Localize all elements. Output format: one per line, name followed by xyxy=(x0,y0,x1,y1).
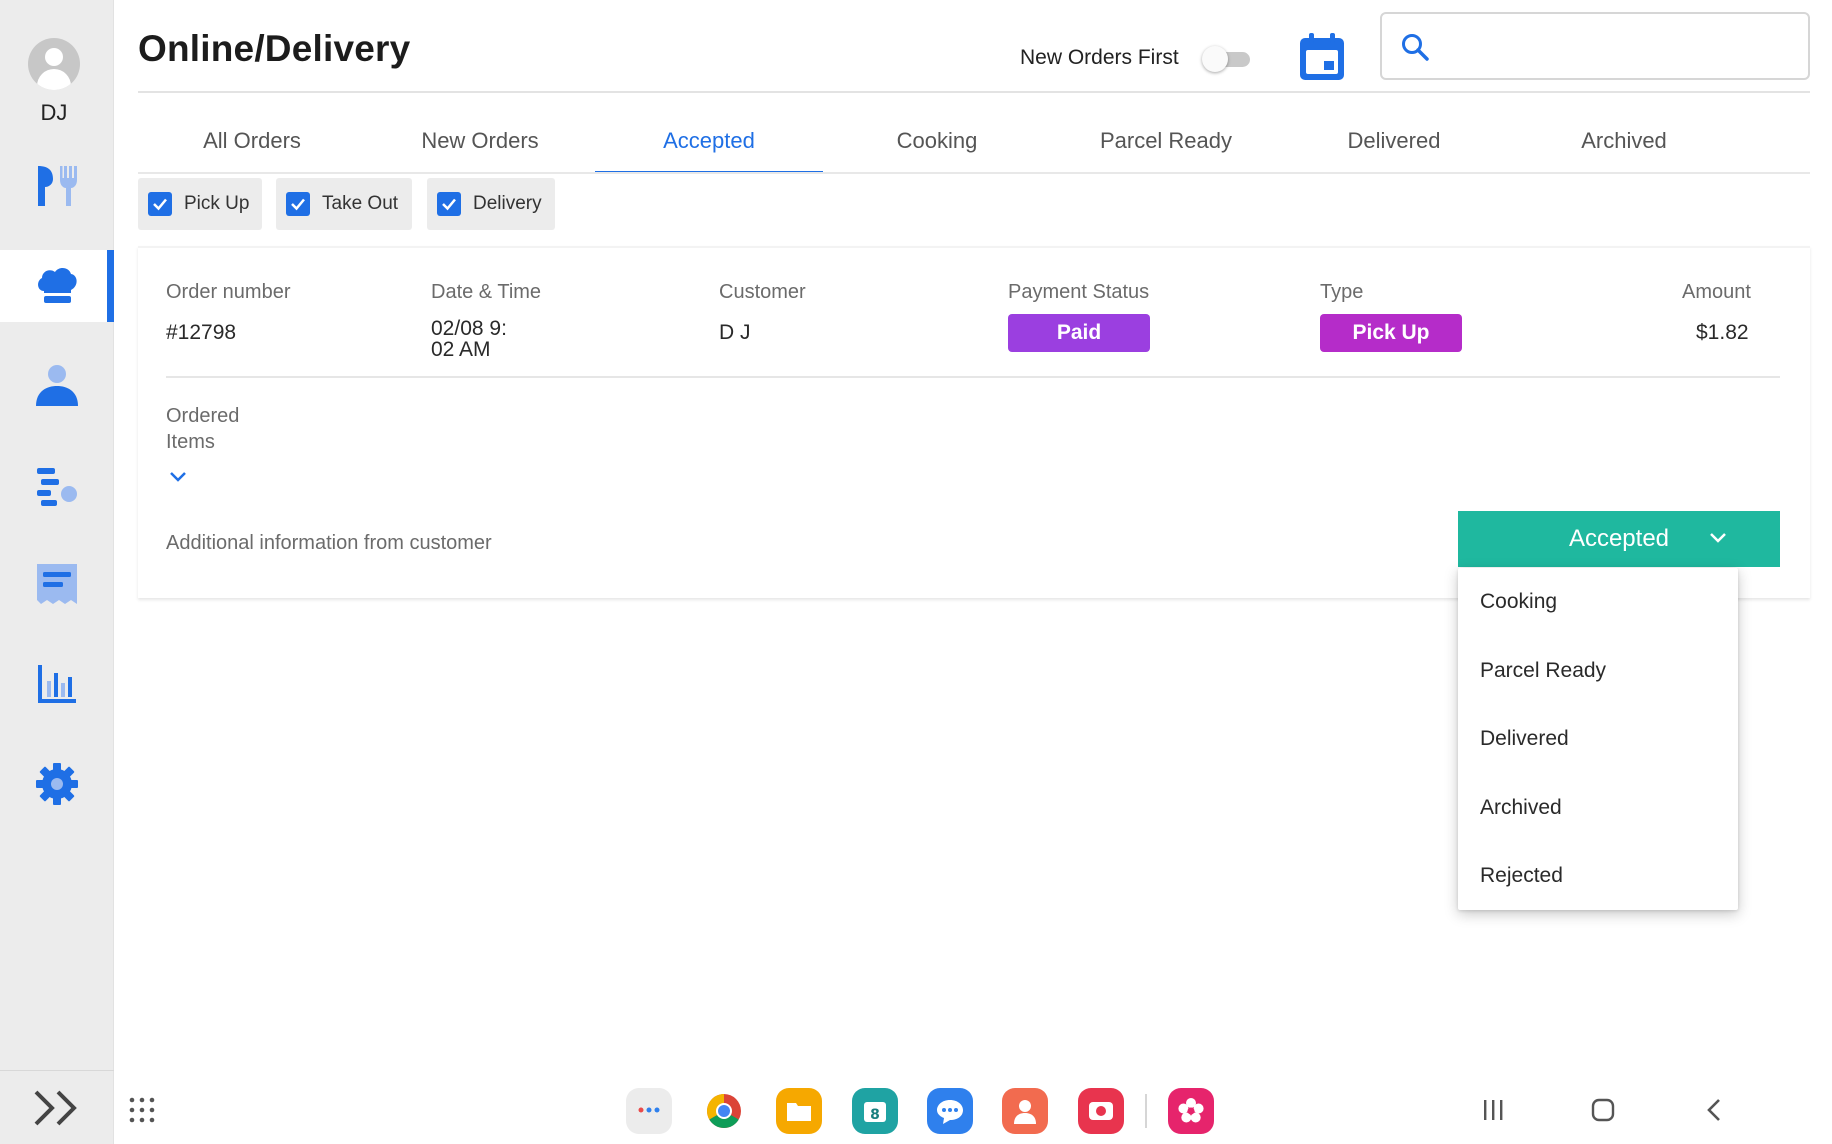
customer-name: D J xyxy=(719,321,751,344)
order-number: #12798 xyxy=(166,321,237,344)
avatar[interactable] xyxy=(28,38,80,90)
payment-status-badge: Paid xyxy=(1008,314,1150,352)
chrome-icon[interactable] xyxy=(701,1088,747,1134)
new-orders-first-toggle[interactable] xyxy=(1202,45,1252,72)
new-orders-first-label: New Orders First xyxy=(1020,46,1179,69)
screen-recorder-icon[interactable] xyxy=(1078,1088,1124,1134)
filter-delivery[interactable]: Delivery xyxy=(427,178,555,230)
status-option-delivered[interactable]: Delivered xyxy=(1458,705,1738,774)
col-header-order-number: Order number xyxy=(166,281,291,303)
person-icon xyxy=(36,365,78,406)
header-divider xyxy=(138,91,1810,93)
dock-folder-icon[interactable] xyxy=(626,1088,672,1134)
checkbox-checked-icon[interactable] xyxy=(148,192,172,216)
status-tabs: All Orders New Orders Accepted Cooking P… xyxy=(138,110,1832,174)
col-header-customer: Customer xyxy=(719,281,806,303)
calendar-icon xyxy=(1300,33,1344,80)
system-taskbar xyxy=(114,1070,1832,1144)
receipt-icon xyxy=(37,564,77,604)
order-type-badge: Pick Up xyxy=(1320,314,1462,352)
chef-hat-icon xyxy=(38,268,77,303)
files-icon[interactable] xyxy=(776,1088,822,1134)
sidebar-item-online-delivery[interactable] xyxy=(0,250,114,322)
chevron-down-icon xyxy=(170,472,186,482)
sidebar: DJ xyxy=(0,0,114,1144)
sidebar-item-settings[interactable] xyxy=(0,748,114,820)
status-option-cooking[interactable]: Cooking xyxy=(1458,568,1738,637)
grid-dots-icon xyxy=(129,1097,155,1123)
order-date-line-1: 02/08 9: xyxy=(431,317,507,340)
utensils-icon xyxy=(38,166,77,206)
status-option-parcel-ready[interactable]: Parcel Ready xyxy=(1458,637,1738,706)
tab-delivered[interactable]: Delivered xyxy=(1280,110,1508,172)
col-header-payment-status: Payment Status xyxy=(1008,281,1150,303)
tabs-divider xyxy=(138,172,1810,174)
contacts-icon[interactable] xyxy=(1002,1088,1048,1134)
home-icon xyxy=(1591,1098,1615,1122)
sidebar-item-reports[interactable] xyxy=(0,648,114,720)
search-icon xyxy=(1402,34,1429,61)
status-option-rejected[interactable]: Rejected xyxy=(1458,842,1738,911)
order-status-select[interactable]: Accepted xyxy=(1458,511,1780,567)
back-button[interactable] xyxy=(1694,1092,1734,1128)
search-input[interactable] xyxy=(1442,24,1792,68)
status-option-archived[interactable]: Archived xyxy=(1458,774,1738,843)
list-people-icon xyxy=(37,468,77,506)
chevron-down-icon xyxy=(1710,533,1726,543)
tab-archived[interactable]: Archived xyxy=(1510,110,1738,172)
messages-icon[interactable] xyxy=(927,1088,973,1134)
col-header-date-time: Date & Time xyxy=(431,281,542,303)
col-header-type: Type xyxy=(1320,281,1364,303)
search-box[interactable] xyxy=(1380,12,1810,80)
sidebar-item-reservations[interactable] xyxy=(0,450,114,522)
tab-parcel-ready[interactable]: Parcel Ready xyxy=(1052,110,1280,172)
gear-icon xyxy=(36,763,78,805)
order-status-dropdown: Cooking Parcel Ready Delivered Archived … xyxy=(1458,568,1738,910)
app-window: DJ Online/Delivery New Orders First All … xyxy=(0,0,1832,1144)
tab-rejected[interactable]: Re xyxy=(1738,110,1832,172)
row-divider xyxy=(166,376,1780,378)
dock-separator xyxy=(1145,1094,1147,1128)
tab-accepted[interactable]: Accepted xyxy=(595,110,823,174)
checkbox-checked-icon[interactable] xyxy=(437,192,461,216)
tab-new-orders[interactable]: New Orders xyxy=(366,110,594,172)
sidebar-item-menu[interactable] xyxy=(0,150,114,222)
back-icon xyxy=(1707,1099,1720,1121)
page-title: Online/Delivery xyxy=(138,28,411,69)
sidebar-item-customers[interactable] xyxy=(0,350,114,422)
svg-text:8: 8 xyxy=(870,1107,880,1123)
blossom-app-icon[interactable] xyxy=(1168,1088,1214,1134)
col-header-amount: Amount xyxy=(1682,281,1751,303)
sidebar-expand-button[interactable] xyxy=(0,1070,114,1144)
calendar-button[interactable] xyxy=(1296,30,1348,84)
order-date-line-2: 02 AM xyxy=(431,338,491,361)
user-initials: DJ xyxy=(40,100,68,125)
filter-take-out[interactable]: Take Out xyxy=(276,178,412,230)
order-status-selected: Accepted xyxy=(1568,525,1670,552)
filter-label: Take Out xyxy=(322,193,399,214)
recent-apps-button[interactable] xyxy=(1473,1092,1513,1128)
recent-apps-icon xyxy=(1484,1100,1503,1120)
filter-pick-up[interactable]: Pick Up xyxy=(138,178,262,230)
filter-label: Pick Up xyxy=(184,193,250,214)
ordered-items-expand-button[interactable] xyxy=(168,470,188,489)
order-amount: $1.82 xyxy=(1696,321,1749,344)
additional-info-label: Additional information from customer xyxy=(166,532,492,554)
bar-chart-icon xyxy=(38,665,76,703)
double-chevron-right-icon xyxy=(34,1090,77,1125)
sidebar-item-receipts[interactable] xyxy=(0,548,114,620)
checkbox-checked-icon[interactable] xyxy=(286,192,310,216)
filter-label: Delivery xyxy=(473,193,542,214)
app-drawer-button[interactable] xyxy=(128,1096,156,1129)
calendar-app-icon[interactable]: 8 xyxy=(852,1088,898,1134)
tab-cooking[interactable]: Cooking xyxy=(823,110,1051,172)
home-button[interactable] xyxy=(1583,1092,1623,1128)
ordered-items-label: Ordered Items xyxy=(166,405,240,453)
tab-all-orders[interactable]: All Orders xyxy=(138,110,366,172)
